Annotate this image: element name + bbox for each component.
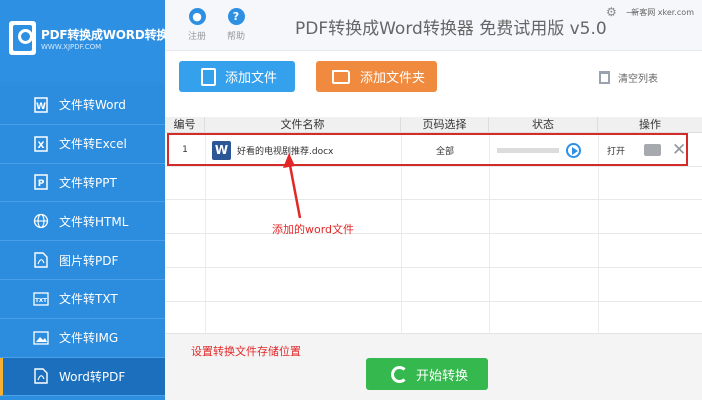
annotation-output-location: 设置转换文件存储位置 <box>191 345 301 358</box>
arrowhead <box>283 153 295 168</box>
start-conversion-button[interactable]: 开始转换 <box>366 358 488 390</box>
start-conversion-label: 开始转换 <box>416 368 469 384</box>
annotation-word-file: 添加的word文件 <box>272 223 355 236</box>
refresh-icon <box>391 365 408 383</box>
arrow-to-word-file <box>287 159 302 219</box>
